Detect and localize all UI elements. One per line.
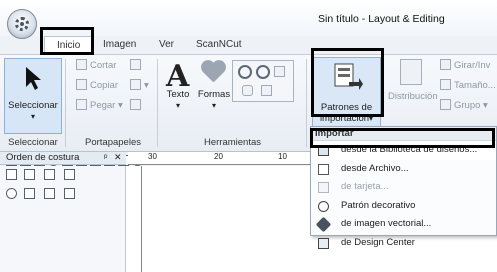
zoom-fit-icon[interactable]: [274, 66, 285, 77]
app-gear-icon: [15, 17, 29, 31]
menu-item-label: desde Archivo...: [341, 162, 409, 174]
application-menu-button[interactable]: [7, 9, 37, 39]
ruler-mark: 30: [148, 152, 157, 161]
measure-icon[interactable]: [261, 85, 272, 96]
menu-item-from-card: de tarjeta...: [311, 178, 496, 197]
heart-shape-icon[interactable]: [200, 61, 226, 85]
panel-merge-icon[interactable]: [44, 169, 55, 180]
align-icon: [130, 79, 141, 90]
vertical-ruler: [126, 166, 142, 272]
visibility-icon[interactable]: [6, 188, 17, 199]
duplicate-icon: [130, 59, 141, 70]
cursor-icon[interactable]: [64, 188, 75, 199]
menu-item-from-file[interactable]: desde Archivo...: [311, 160, 496, 179]
ribbon-separator: [306, 59, 307, 147]
design-center-icon: [318, 237, 329, 249]
duplicate-button[interactable]: [130, 59, 144, 71]
distribution-button[interactable]: Distribución: [388, 91, 438, 102]
sewing-order-panel: [0, 166, 126, 272]
text-tool-label: Texto: [166, 89, 190, 100]
distribution-icon[interactable]: [400, 59, 422, 85]
pan-hand-icon[interactable]: [242, 85, 253, 96]
group-label-seleccionar: Seleccionar: [8, 137, 58, 148]
panel-view-icon[interactable]: [6, 169, 17, 180]
menu-item-label: de Design Center: [341, 236, 415, 248]
select-button-label: Seleccionar: [8, 100, 58, 111]
horizontal-ruler: 30 20 10: [128, 152, 312, 165]
copy-label: Copiar: [90, 80, 118, 91]
tab-highlight-box: [40, 27, 94, 55]
group-label: Grupo: [454, 100, 481, 111]
shapes-tool-label: Formas: [197, 89, 231, 100]
cut-button[interactable]: Cortar: [76, 59, 116, 71]
zoom-out-icon[interactable]: [256, 65, 270, 79]
delete-button[interactable]: [130, 99, 144, 111]
menu-item-label: de tarjeta...: [341, 181, 389, 192]
resize-icon: [440, 79, 451, 90]
panel-pin-icon[interactable]: ᵖ: [104, 152, 107, 162]
align-button[interactable]: ▾: [130, 79, 149, 91]
menu-item-label: Patrón decorativo: [341, 199, 416, 211]
group-button[interactable]: Grupo ▾: [440, 99, 488, 111]
distribution-label: Distribución: [388, 91, 438, 102]
size-button[interactable]: Tamaño...: [440, 79, 496, 91]
ruler-mark: 10: [278, 152, 287, 161]
rotate-label: Girar/Inv: [454, 60, 491, 71]
card-icon: [318, 182, 329, 193]
scissors-icon: [76, 59, 87, 70]
pointer-arrow-icon: [26, 67, 41, 90]
trash-icon: [130, 99, 141, 110]
panel-frame-icon[interactable]: [64, 169, 75, 180]
tab-imagen[interactable]: Imagen: [103, 36, 136, 54]
file-icon: [318, 163, 329, 175]
copy-button[interactable]: Copiar: [76, 79, 118, 91]
decorative-pattern-icon: [318, 200, 329, 212]
cut-label: Cortar: [90, 60, 117, 71]
menu-item-label: de imagen vectorial...: [341, 218, 432, 229]
zoom-in-icon[interactable]: [238, 65, 252, 79]
panel-sort-icon[interactable]: [24, 169, 35, 180]
panel-close-icon[interactable]: ✕: [114, 152, 122, 163]
tab-ver[interactable]: Ver: [159, 36, 174, 54]
menu-item-vector-image[interactable]: de imagen vectorial...: [311, 215, 496, 234]
panel-title: Orden de costura: [6, 152, 80, 163]
window-title: Sin título - Layout & Editing: [318, 13, 445, 25]
menu-item-highlight-box: [310, 128, 495, 148]
shapes-tool-button[interactable]: Formas ▾: [194, 89, 234, 111]
paste-button[interactable]: Pegar ▾: [76, 99, 123, 111]
lock-icon[interactable]: [24, 188, 35, 199]
group-label-herramientas: Herramientas: [203, 137, 262, 148]
sewing-order-panel-header: Orden de costura ᵖ ✕: [0, 152, 126, 165]
menu-item-decorative-pattern[interactable]: Patrón decorativo: [311, 197, 496, 216]
import-button-highlight-box: [311, 48, 384, 117]
paste-icon: [76, 99, 87, 110]
tab-scanncut[interactable]: ScanNCut: [196, 36, 242, 54]
select-button[interactable]: Seleccionar ▾: [4, 58, 62, 134]
remove-icon[interactable]: [44, 188, 55, 199]
menu-item-design-center[interactable]: de Design Center: [311, 234, 496, 253]
rotate-icon: [440, 59, 451, 70]
group-icon: [440, 99, 451, 110]
text-tool-button[interactable]: Texto ▾: [160, 89, 196, 111]
zoom-controls: [232, 60, 294, 102]
ribbon-separator: [65, 59, 66, 147]
paste-label: Pegar: [90, 100, 116, 111]
ribbon-separator: [157, 59, 158, 147]
group-label-portapapeles: Portapapeles: [85, 137, 141, 148]
ruler-mark: 20: [214, 152, 223, 161]
rotate-flip-button[interactable]: Girar/Inv: [440, 59, 490, 71]
size-label: Tamaño...: [454, 80, 496, 91]
vector-image-icon: [315, 216, 332, 233]
copy-icon: [76, 79, 87, 90]
design-canvas[interactable]: [142, 166, 312, 272]
